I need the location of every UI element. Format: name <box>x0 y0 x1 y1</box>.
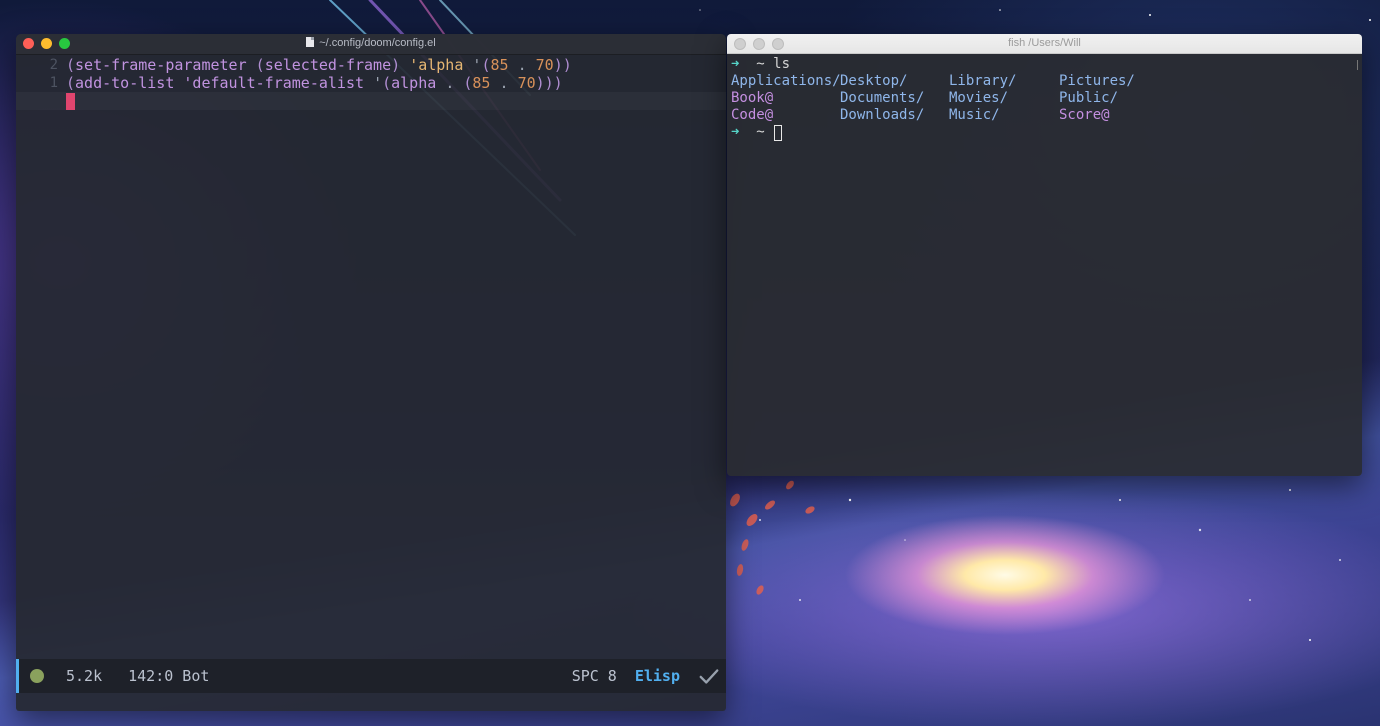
list-item: Book@ <box>731 90 774 106</box>
list-item: Music/ <box>949 107 1000 123</box>
list-item: Documents/ <box>840 90 925 106</box>
emacs-window[interactable]: ~/.config/doom/config.el 2 (set-frame-pa… <box>16 34 726 711</box>
list-item: Public/ <box>1059 90 1119 106</box>
line-number <box>16 92 66 110</box>
indent-setting[interactable]: SPC 8 <box>572 667 617 685</box>
list-item: Applications/ <box>731 73 841 89</box>
prompt-dir: ~ <box>756 56 765 72</box>
list-item: Downloads/ <box>840 107 925 123</box>
code-text: (add-to-list 'default-frame-alist '(alph… <box>66 74 563 92</box>
code-text: (set-frame-parameter (selected-frame) 'a… <box>66 56 572 74</box>
emacs-titlebar[interactable]: ~/.config/doom/config.el <box>16 34 726 55</box>
ls-listing: Applications/ Desktop/ Library/ Pictures… <box>731 73 1362 124</box>
checkmark-icon[interactable] <box>698 665 720 687</box>
command-text: ls <box>773 56 791 72</box>
code-editor[interactable]: 2 (set-frame-parameter (selected-frame) … <box>16 55 726 110</box>
terminal-title: fish /Users/Will <box>1008 37 1081 49</box>
terminal-output[interactable]: ➜ ~ ls Applications/ Desktop/ Library/ P… <box>727 54 1362 141</box>
terminal-window[interactable]: fish /Users/Will ➜ ~ ls Applications/ De… <box>727 34 1362 476</box>
prompt-arrow-icon: ➜ <box>731 124 740 140</box>
buffer-size: 5.2k <box>66 667 103 685</box>
prompt-arrow-icon: ➜ <box>731 56 740 72</box>
list-item: Score@ <box>1059 107 1110 123</box>
window-title: ~/.config/doom/config.el <box>16 37 726 49</box>
command-line: ➜ ~ ls <box>731 56 1362 73</box>
current-line[interactable] <box>16 92 726 110</box>
line-number: 2 <box>49 57 58 73</box>
list-item: Code@ <box>731 107 774 123</box>
major-mode[interactable]: Elisp <box>635 667 680 685</box>
list-item: Pictures/ <box>1059 73 1135 89</box>
list-item: Desktop/ <box>840 73 908 89</box>
terminal-cursor <box>774 125 783 141</box>
list-item: Movies/ <box>949 90 1009 106</box>
document-icon <box>306 37 315 47</box>
scrollbar[interactable] <box>1357 60 1358 70</box>
list-item: Library/ <box>949 73 1017 89</box>
modeline: 5.2k 142:0 Bot SPC 8 Elisp <box>16 659 726 693</box>
prompt-line[interactable]: ➜ ~ <box>731 124 1362 141</box>
prompt-dir: ~ <box>756 124 765 140</box>
line-number: 1 <box>49 75 58 91</box>
terminal-titlebar[interactable]: fish /Users/Will <box>727 34 1362 54</box>
buffer-state-indicator <box>30 669 44 683</box>
emacs-title-text: ~/.config/doom/config.el <box>319 37 436 49</box>
code-line[interactable]: 1 (add-to-list 'default-frame-alist '(al… <box>16 74 726 92</box>
cursor-position: 142:0 Bot <box>128 667 210 685</box>
code-line[interactable]: 2 (set-frame-parameter (selected-frame) … <box>16 56 726 74</box>
text-cursor <box>66 93 75 110</box>
